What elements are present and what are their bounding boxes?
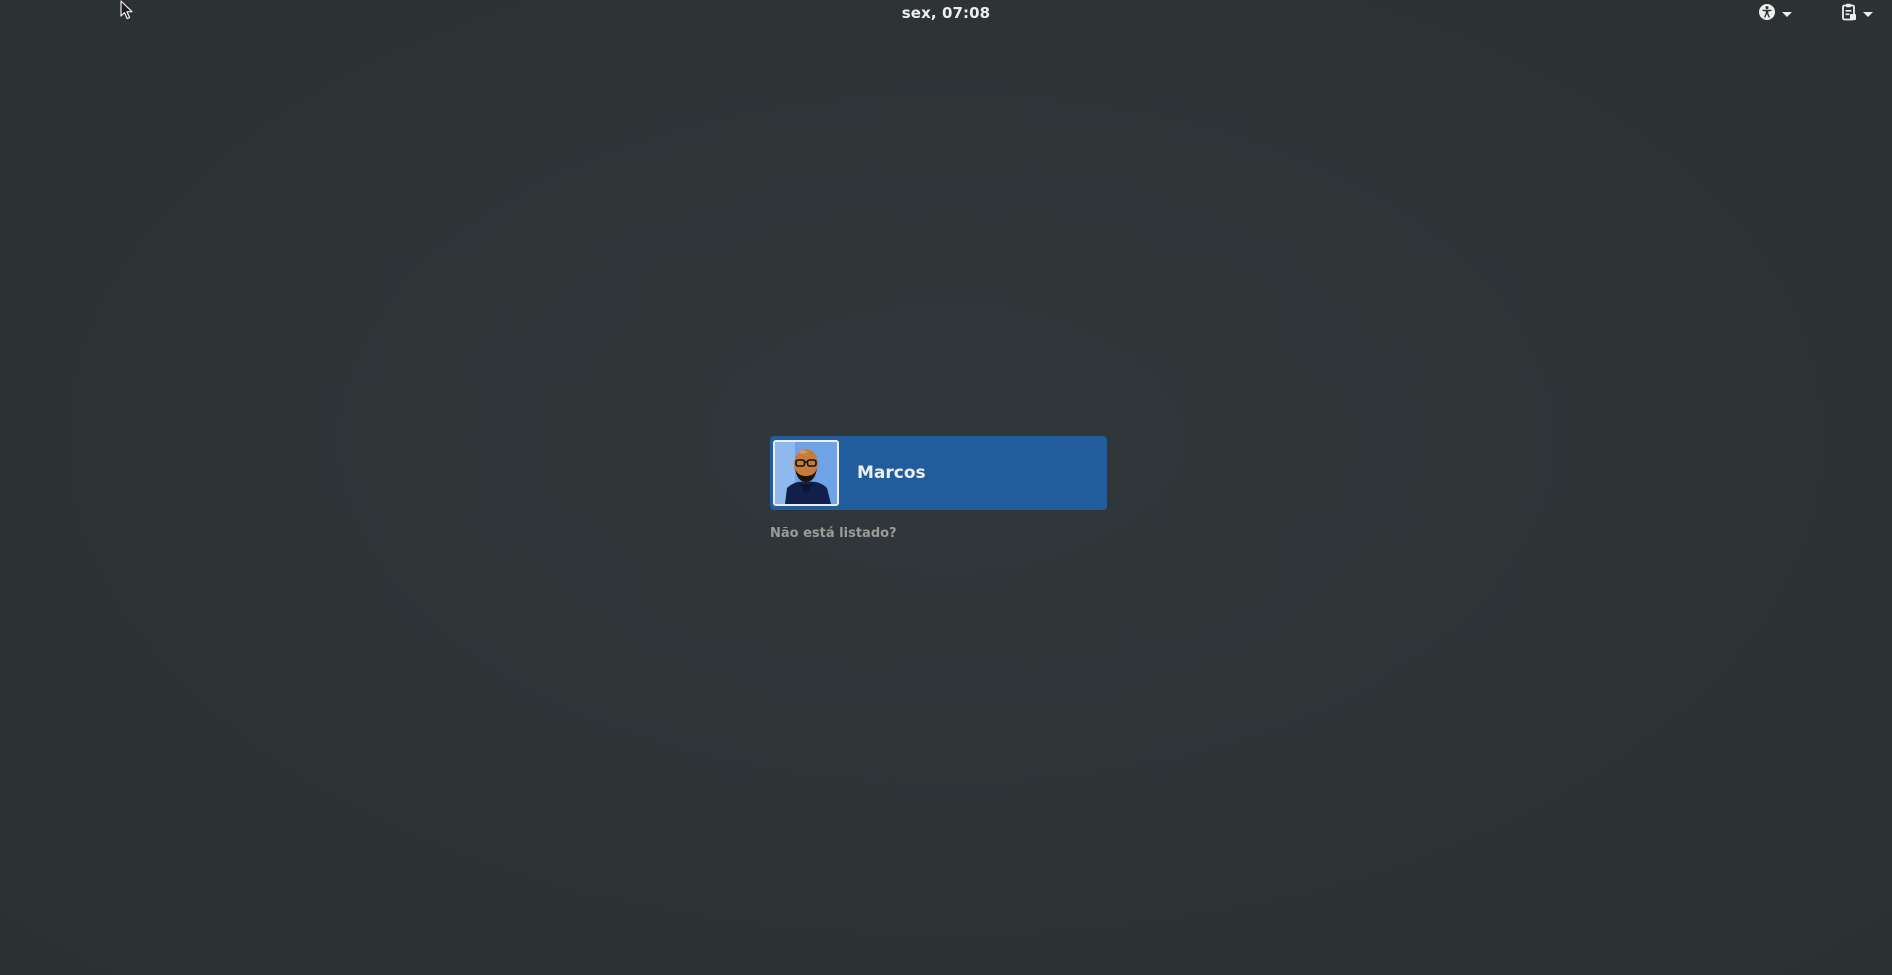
clipboard-icon <box>1841 3 1857 25</box>
system-menu-button[interactable] <box>1841 2 1873 26</box>
chevron-down-icon <box>1782 12 1792 17</box>
chevron-down-icon <box>1863 12 1873 17</box>
mouse-pointer-icon <box>120 0 134 20</box>
top-panel: sex, 07:08 <box>0 0 1892 27</box>
user-list: Marcos Não está listado? <box>770 436 1107 541</box>
clock[interactable]: sex, 07:08 <box>0 4 1892 22</box>
user-item-marcos[interactable]: Marcos <box>770 436 1107 510</box>
not-listed-link[interactable]: Não está listado? <box>770 526 1107 541</box>
user-avatar <box>773 440 839 506</box>
user-name: Marcos <box>857 463 926 483</box>
accessibility-icon <box>1758 3 1776 25</box>
login-screen: sex, 07:08 Marcos Não está listado? <box>0 0 1892 975</box>
accessibility-menu-button[interactable] <box>1758 2 1792 26</box>
